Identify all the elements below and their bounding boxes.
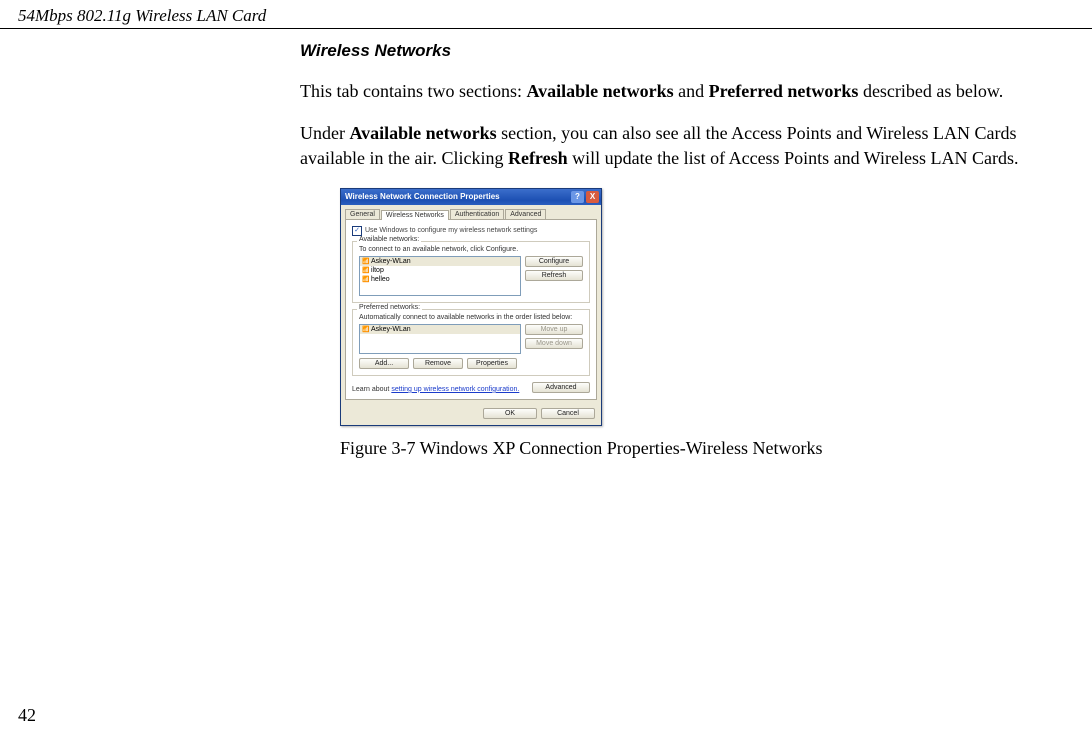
antenna-icon — [362, 326, 368, 332]
use-windows-checkbox[interactable]: ✓ — [352, 226, 362, 236]
list-item[interactable]: helleo — [360, 275, 520, 284]
configure-button[interactable]: Configure — [525, 256, 583, 267]
close-button[interactable]: X — [586, 191, 599, 203]
paragraph-1: This tab contains two sections: Availabl… — [300, 79, 1074, 103]
p1-text: This tab contains two sections: — [300, 81, 526, 101]
available-hint: To connect to an available network, clic… — [359, 246, 583, 253]
page-number: 42 — [18, 705, 36, 726]
learn-prefix: Learn about — [352, 386, 391, 393]
paragraph-2: Under Available networks section, you ca… — [300, 121, 1074, 170]
cancel-button[interactable]: Cancel — [541, 408, 595, 419]
learn-row: Learn about setting up wireless network … — [352, 382, 590, 393]
p1-strong-available: Available networks — [526, 81, 673, 101]
move-up-button[interactable]: Move up — [525, 324, 583, 335]
figure-dialog-screenshot: Wireless Network Connection Properties ?… — [340, 188, 1074, 426]
section-title: Wireless Networks — [300, 41, 1074, 61]
preferred-networks-group: Preferred networks: Automatically connec… — [352, 309, 590, 376]
tab-authentication[interactable]: Authentication — [450, 209, 504, 219]
list-item[interactable]: Askey-WLan — [360, 325, 520, 334]
p2-after: will update the list of Access Points an… — [568, 148, 1019, 168]
p2-strong-refresh: Refresh — [508, 148, 568, 168]
advanced-button[interactable]: Advanced — [532, 382, 590, 393]
dialog-pane: ✓ Use Windows to configure my wireless n… — [345, 219, 597, 400]
add-button[interactable]: Add... — [359, 358, 409, 369]
available-group-label: Available networks: — [357, 236, 421, 243]
content-area: Wireless Networks This tab contains two … — [300, 41, 1074, 459]
ok-button[interactable]: OK — [483, 408, 537, 419]
figure-caption: Figure 3-7 Windows XP Connection Propert… — [340, 438, 1074, 459]
p1-strong-preferred: Preferred networks — [709, 81, 859, 101]
list-item[interactable]: Askey-WLan — [360, 257, 520, 266]
remove-button[interactable]: Remove — [413, 358, 463, 369]
antenna-icon — [362, 267, 368, 273]
p1-mid: and — [674, 81, 709, 101]
dialog-titlebar[interactable]: Wireless Network Connection Properties ?… — [341, 189, 601, 205]
dialog-title: Wireless Network Connection Properties — [345, 192, 569, 201]
help-button[interactable]: ? — [571, 191, 584, 203]
learn-link[interactable]: setting up wireless network configuratio… — [391, 386, 519, 393]
tab-wireless-networks[interactable]: Wireless Networks — [381, 210, 449, 220]
use-windows-label: Use Windows to configure my wireless net… — [365, 227, 537, 234]
list-item[interactable]: iltop — [360, 266, 520, 275]
preferred-listbox[interactable]: Askey-WLan — [359, 324, 521, 354]
preferred-group-label: Preferred networks: — [357, 304, 422, 311]
xp-dialog: Wireless Network Connection Properties ?… — [340, 188, 602, 426]
dialog-bottom-buttons: OK Cancel — [341, 404, 601, 425]
antenna-icon — [362, 276, 368, 282]
list-item-label: Askey-WLan — [371, 326, 411, 333]
p2-before: Under — [300, 123, 349, 143]
tab-general[interactable]: General — [345, 209, 380, 219]
list-item-label: helleo — [371, 276, 390, 283]
list-item-label: iltop — [371, 267, 384, 274]
running-header: 54Mbps 802.11g Wireless LAN Card — [0, 0, 1092, 29]
refresh-button[interactable]: Refresh — [525, 270, 583, 281]
available-networks-group: Available networks: To connect to an ava… — [352, 241, 590, 303]
move-down-button[interactable]: Move down — [525, 338, 583, 349]
p2-strong-available: Available networks — [349, 123, 496, 143]
antenna-icon — [362, 258, 368, 264]
preferred-hint: Automatically connect to available netwo… — [359, 314, 583, 321]
properties-button[interactable]: Properties — [467, 358, 517, 369]
available-listbox[interactable]: Askey-WLan iltop helleo — [359, 256, 521, 296]
tab-advanced[interactable]: Advanced — [505, 209, 546, 219]
dialog-tabs: General Wireless Networks Authentication… — [341, 205, 601, 219]
list-item-label: Askey-WLan — [371, 258, 411, 265]
use-windows-row[interactable]: ✓ Use Windows to configure my wireless n… — [352, 226, 590, 236]
p1-after: described as below. — [858, 81, 1003, 101]
